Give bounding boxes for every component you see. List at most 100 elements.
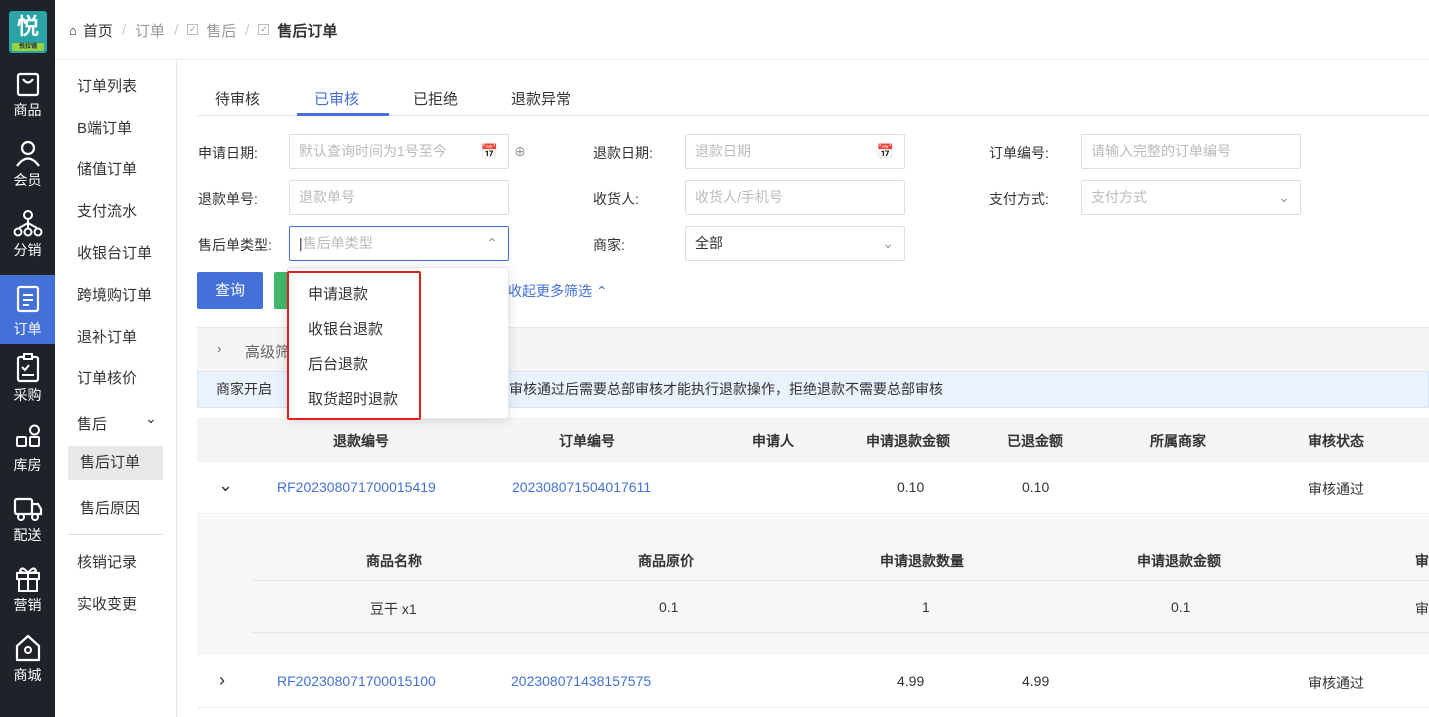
refund-date-label: 退款日期:: [593, 145, 653, 161]
column-header: 订单编号: [559, 433, 615, 449]
active-tab-indicator: [297, 113, 389, 116]
apply-amount-cell: 4.99: [897, 673, 925, 689]
column-header: 退款编号: [333, 433, 389, 449]
table-row: ⌄ RF202308071700015419 20230807150401761…: [197, 462, 1429, 514]
chevron-right-icon: ›: [217, 341, 222, 356]
collapse-row-icon[interactable]: ⌄: [218, 475, 233, 496]
calendar-icon: 📅: [480, 143, 498, 159]
order-number-link[interactable]: 202308071438157575: [511, 673, 651, 689]
column-header: 已退金额: [1007, 433, 1063, 449]
after-sale-type-label: 售后单类型:: [198, 237, 272, 253]
sub-table-header: 商品名称 商品原价 申请退款数量 申请退款金额 审: [252, 537, 1429, 581]
breadcrumb-current: 售后订单: [277, 23, 338, 40]
document-icon: [16, 285, 39, 313]
sub-table-row: 豆干 x1 0.1 1 0.1 审: [252, 581, 1429, 633]
clipboard-icon: [16, 353, 39, 383]
subnav-divider: [68, 534, 163, 535]
gift-icon: [15, 567, 40, 592]
status-tabs: 待审核 已审核 已拒绝 退款异常: [197, 60, 1429, 116]
chevron-down-icon: ⌄: [882, 235, 894, 251]
breadcrumb: ⌂ 首页 / 订单 / ✓ 售后 / ✓ 售后订单: [69, 20, 337, 41]
product-name-cell: 豆干 x1: [370, 601, 417, 617]
rail-item-delivery[interactable]: 配送: [0, 493, 55, 563]
highlight-box: [287, 271, 421, 420]
table-header: 退款编号 订单编号 申请人 申请退款金额 已退金额 所属商家 审核状态: [197, 418, 1429, 462]
app-logo[interactable]: 悦悦拉铺: [9, 11, 47, 53]
refund-number-input[interactable]: 退款单号: [289, 180, 509, 215]
refund-amount-cell: 0.1: [1171, 599, 1191, 615]
rail-item-distribution[interactable]: 分销: [0, 208, 55, 278]
subnav-item-after-sales-orders[interactable]: 售后订单: [68, 446, 163, 480]
rail-item-purchase[interactable]: 采购: [0, 353, 55, 423]
add-date-range-icon[interactable]: ⊕: [514, 143, 526, 160]
rail-item-mall[interactable]: 商城: [0, 633, 55, 703]
chevron-up-icon: ⌃: [486, 235, 498, 251]
refund-number-link[interactable]: RF202308071700015419: [277, 479, 436, 495]
collapse-filters-link[interactable]: 收起更多筛选 ⌃: [508, 281, 608, 301]
payment-method-select[interactable]: 支付方式 ⌄: [1081, 180, 1301, 215]
product-price-cell: 0.1: [659, 599, 679, 615]
sub-column-header: 申请退款数量: [880, 553, 964, 569]
chevron-up-icon: ⌃: [595, 283, 608, 299]
rail-item-members[interactable]: 会员: [0, 138, 55, 208]
top-bar: ⌂ 首页 / 订单 / ✓ 售后 / ✓ 售后订单: [55, 0, 1429, 60]
subnav-item-crossborder-orders[interactable]: 跨境购订单: [77, 284, 152, 305]
tab-approved[interactable]: 已审核: [314, 88, 359, 109]
breadcrumb-after-sales[interactable]: 售后: [206, 20, 236, 41]
apply-date-input[interactable]: 默认查询时间为1号至今 📅: [289, 134, 509, 169]
refund-number-link[interactable]: RF202308071700015100: [277, 673, 436, 689]
refund-number-label: 退款单号:: [198, 191, 258, 207]
apply-date-label: 申请日期:: [198, 145, 258, 161]
subnav-item-verification-records[interactable]: 核销记录: [77, 551, 137, 572]
subnav-item-order-list[interactable]: 订单列表: [77, 75, 137, 96]
column-header: 所属商家: [1150, 433, 1206, 449]
subnav-item-after-sales-reasons[interactable]: 售后原因: [80, 497, 140, 518]
rail-item-warehouse[interactable]: 库房: [0, 423, 55, 493]
expand-row-icon[interactable]: ›: [219, 670, 225, 691]
order-number-link[interactable]: 202308071504017611: [512, 479, 651, 495]
breadcrumb-separator: /: [121, 22, 127, 39]
sub-status-cell: 审: [1415, 601, 1429, 617]
rail-item-goods[interactable]: 商品: [0, 68, 55, 138]
breadcrumb-orders[interactable]: 订单: [135, 20, 165, 41]
subnav-item-cashier-orders[interactable]: 收银台订单: [77, 242, 152, 263]
subnav-group-after-sales[interactable]: 售后 ⌄: [77, 410, 163, 434]
refund-date-input[interactable]: 退款日期 📅: [685, 134, 905, 169]
subnav-item-refund-supplement-orders[interactable]: 退补订单: [77, 326, 137, 347]
refunded-amount-cell: 0.10: [1022, 479, 1050, 495]
order-number-input[interactable]: 请输入完整的订单编号: [1081, 134, 1301, 169]
refund-qty-cell: 1: [922, 599, 930, 615]
subnav-item-order-pricing[interactable]: 订单核价: [77, 367, 137, 388]
breadcrumb-separator: /: [245, 22, 250, 39]
subnav-item-stored-value-orders[interactable]: 储值订单: [77, 158, 137, 179]
secondary-nav: 订单列表 B端订单 储值订单 支付流水 收银台订单 跨境购订单 退补订单 订单核…: [55, 60, 177, 717]
rail-item-orders[interactable]: 订单: [0, 275, 55, 344]
rail-item-marketing[interactable]: 营销: [0, 563, 55, 633]
house-icon: [15, 634, 40, 662]
grid-icon: [15, 424, 40, 447]
expanded-row-detail: 商品名称 商品原价 申请退款数量 申请退款金额 审 豆干 x1 0.1 1 0.…: [197, 515, 1429, 655]
after-sale-type-select[interactable]: |售后单类型 ⌃: [289, 226, 509, 261]
query-button[interactable]: 查询: [197, 272, 263, 309]
merchant-label: 商家:: [593, 237, 625, 253]
order-number-label: 订单编号:: [989, 145, 1049, 161]
subnav-item-b2b-orders[interactable]: B端订单: [77, 117, 132, 138]
tab-rejected[interactable]: 已拒绝: [413, 88, 458, 109]
subnav-item-revenue-changes[interactable]: 实收变更: [77, 593, 137, 614]
column-header: 审核状态: [1308, 433, 1364, 449]
breadcrumb-home[interactable]: 首页: [83, 20, 113, 41]
main-rail: 悦悦拉铺 商品 会员 分销 订单 采购 库房 配送 营销 商城: [0, 0, 55, 717]
consignee-input[interactable]: 收货人/手机号: [685, 180, 905, 215]
breadcrumb-separator: /: [174, 22, 179, 39]
subnav-group-label: 售后: [77, 416, 108, 433]
subnav-item-payment-flow[interactable]: 支付流水: [77, 200, 137, 221]
tab-refund-exception[interactable]: 退款异常: [511, 88, 571, 109]
payment-method-label: 支付方式:: [989, 191, 1049, 207]
home-icon[interactable]: ⌂: [69, 23, 77, 38]
bag-icon: [16, 72, 39, 97]
audit-status-cell: 审核通过: [1308, 675, 1364, 691]
tab-pending[interactable]: 待审核: [215, 88, 260, 109]
checkbox-icon: ✓: [187, 24, 199, 35]
merchant-select[interactable]: 全部 ⌄: [685, 226, 905, 261]
table-row: › RF202308071700015100 20230807143815757…: [197, 656, 1429, 708]
